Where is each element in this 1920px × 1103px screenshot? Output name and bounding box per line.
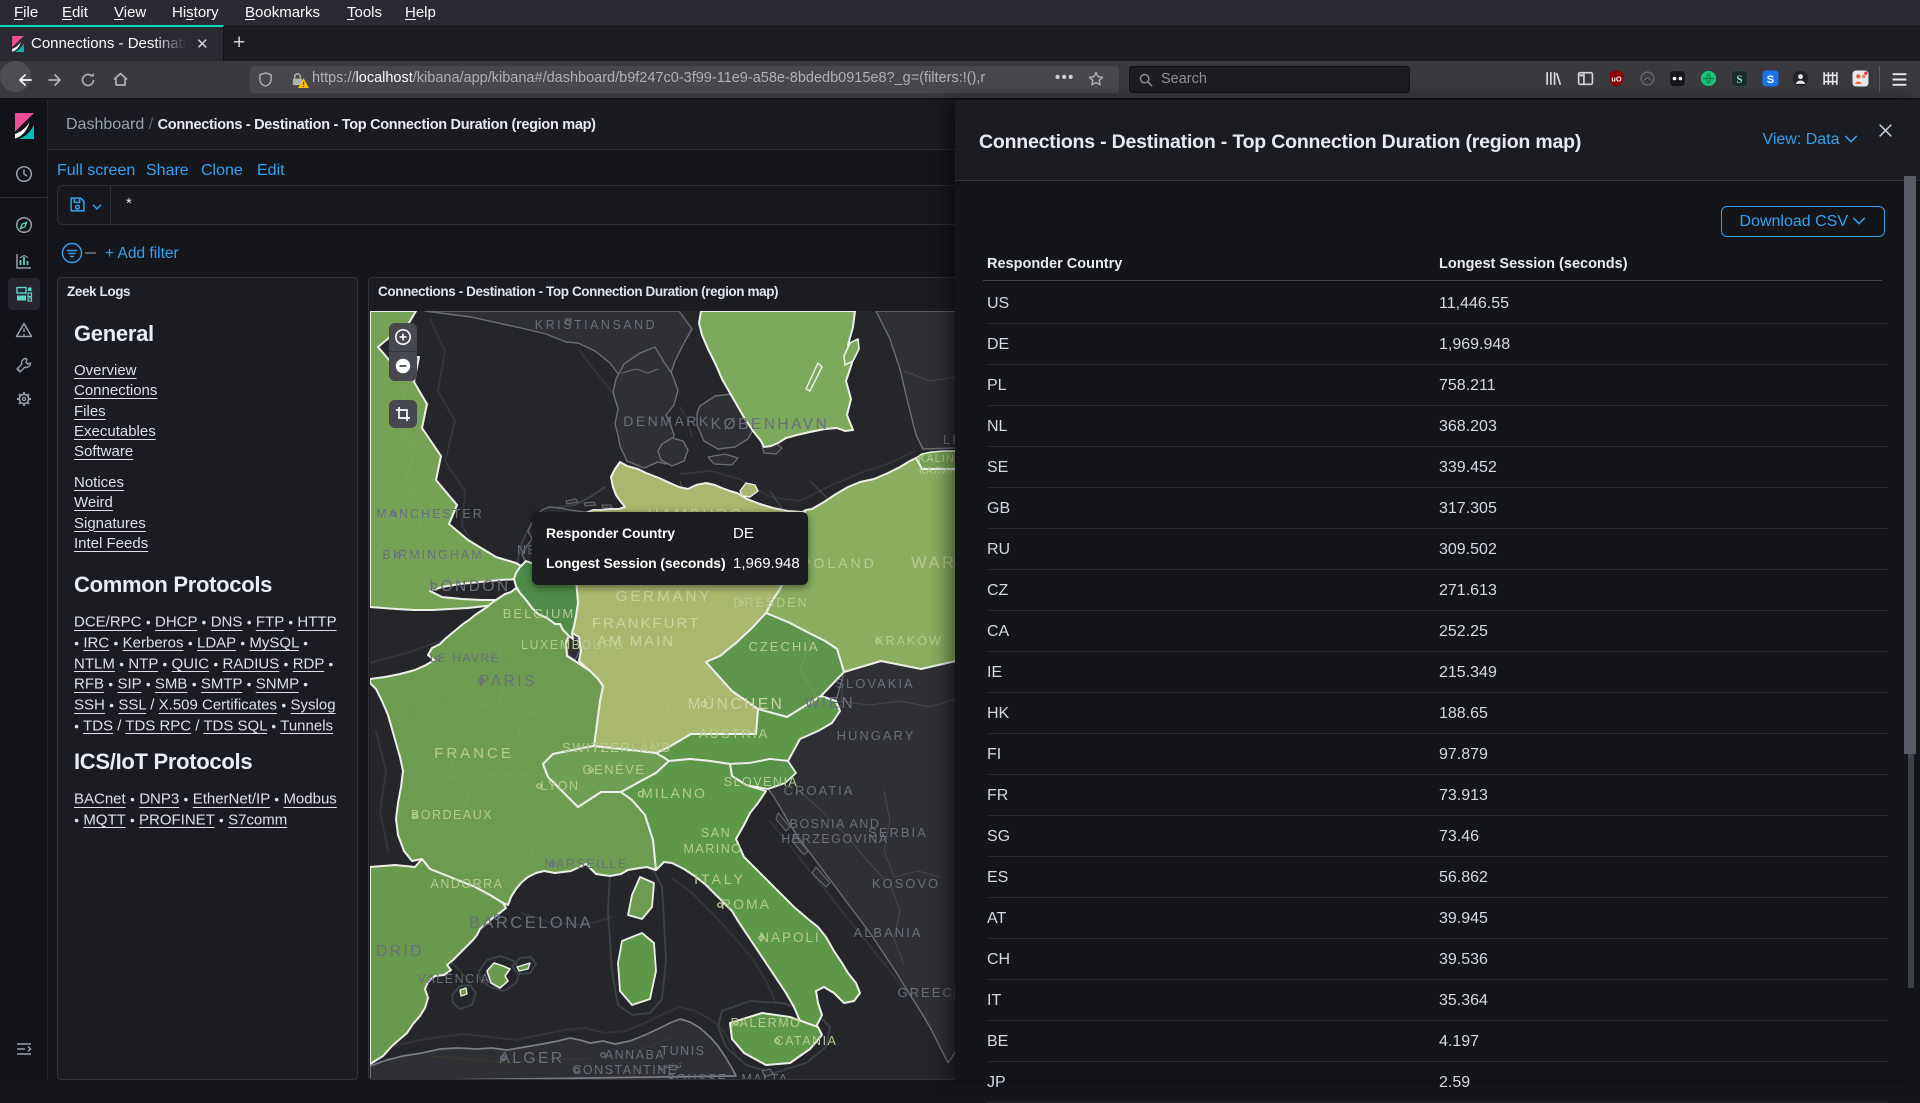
svg-text:WIEN: WIEN (805, 695, 855, 712)
svg-text:LUXEMBOURG: LUXEMBOURG (521, 638, 625, 652)
svg-text:HUNGARY: HUNGARY (837, 728, 916, 743)
svg-text:BORDEAUX: BORDEAUX (411, 808, 493, 822)
svg-text:AUSTRIA: AUSTRIA (699, 726, 769, 741)
svg-text:ANDORRA: ANDORRA (430, 877, 503, 891)
svg-text:SERBIA: SERBIA (868, 825, 928, 840)
svg-text:DRID: DRID (376, 943, 424, 960)
svg-text:MALTA: MALTA (741, 1072, 788, 1080)
svg-text:S: S (1767, 74, 1774, 86)
svg-text:VALÈNCIA: VALÈNCIA (418, 971, 491, 986)
svg-text:LONDON: LONDON (429, 578, 510, 595)
svg-text:SWITZERLAND: SWITZERLAND (562, 740, 672, 755)
svg-text:NAPOLI: NAPOLI (759, 930, 821, 945)
svg-text:SLOVAKIA: SLOVAKIA (835, 676, 914, 691)
svg-text:KOSOVO: KOSOVO (872, 876, 940, 891)
svg-text:SOUSSE: SOUSSE (666, 1072, 727, 1080)
svg-text:ITALY: ITALY (694, 871, 746, 887)
svg-text:MARSEILLE: MARSEILLE (544, 857, 628, 871)
svg-text:MÜNCHEN: MÜNCHEN (688, 695, 785, 713)
svg-text:KRAKÓW: KRAKÓW (875, 633, 943, 648)
svg-text:BIRMINGHAM: BIRMINGHAM (382, 548, 483, 562)
svg-text:POLAND: POLAND (801, 555, 877, 571)
svg-text:DRESDEN: DRESDEN (733, 596, 808, 610)
svg-text:ALGER: ALGER (499, 1050, 564, 1067)
svg-text:BARCELONA: BARCELONA (469, 914, 593, 932)
svg-text:GENÈVE: GENÈVE (582, 762, 645, 777)
svg-text:CATANIA: CATANIA (775, 1034, 838, 1048)
svg-text:CROATIA: CROATIA (784, 783, 855, 798)
svg-text:KØBENHAVN: KØBENHAVN (711, 416, 830, 433)
svg-text:DENMARK: DENMARK (623, 413, 711, 429)
svg-text:SAN: SAN (701, 826, 731, 840)
svg-text:ALBANIA: ALBANIA (854, 925, 923, 940)
svg-text:uO: uO (1611, 75, 1622, 84)
svg-text:تونس: تونس (658, 1060, 682, 1071)
svg-text:PALERMO: PALERMO (731, 1016, 802, 1030)
svg-text:BOSNIA AND: BOSNIA AND (790, 817, 881, 831)
svg-text:MARINO: MARINO (684, 842, 743, 856)
svg-text:PARIS: PARIS (479, 673, 537, 690)
svg-text:TUNIS: TUNIS (661, 1044, 706, 1058)
svg-text:MILANO: MILANO (641, 785, 707, 801)
svg-text:CZECHIA: CZECHIA (748, 639, 819, 654)
svg-text:BELGIUM: BELGIUM (503, 606, 576, 621)
svg-text:GERMANY: GERMANY (616, 588, 713, 605)
svg-text:ANNABA: ANNABA (605, 1048, 665, 1062)
svg-text:FRANCE: FRANCE (434, 745, 514, 762)
svg-text:KRISTIANSAND: KRISTIANSAND (535, 318, 657, 332)
svg-text:FRANKFURT: FRANKFURT (592, 615, 701, 632)
svg-text:S: S (1736, 74, 1742, 86)
svg-text:LYON: LYON (540, 779, 579, 793)
svg-text:ROMA: ROMA (721, 896, 771, 912)
